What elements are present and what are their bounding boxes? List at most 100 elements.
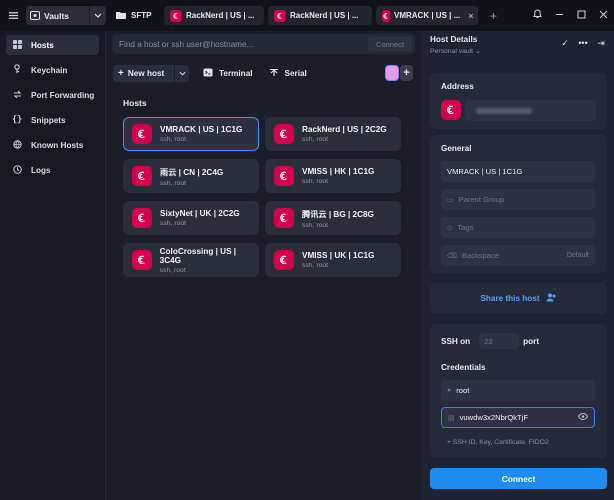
sidebar-item-known-hosts[interactable]: Known Hosts (6, 135, 99, 155)
debian-icon (382, 9, 390, 22)
maximize-icon[interactable] (570, 10, 592, 22)
debian-icon (441, 100, 461, 120)
address-section: Address (430, 73, 607, 129)
tags-field[interactable]: ◇ Tags (441, 217, 595, 238)
backspace-select[interactable]: ⌫ Backspace Default (441, 245, 595, 266)
address-field[interactable] (466, 100, 596, 121)
eye-icon[interactable] (577, 412, 589, 422)
user-icon: ● (447, 387, 452, 394)
panel-actions: ✓ ••• ⇥ (556, 38, 610, 49)
share-section: Share this host (430, 283, 607, 314)
host-title: ColoCrossing | US | 3C4G (159, 246, 237, 265)
new-tab-button[interactable]: + (490, 9, 497, 23)
tab-racknerd-2[interactable]: RackNerd | US | ... (268, 6, 372, 25)
hosts-section-title: Hosts (123, 98, 147, 108)
debian-icon (274, 166, 294, 186)
chevron-down-icon[interactable] (89, 6, 106, 25)
tab-racknerd-1[interactable]: RackNerd | US | ... (164, 6, 264, 25)
vault-selector[interactable]: Personal vault ⌄ (430, 47, 481, 55)
label-field[interactable]: VMRACK | US | 1C1G (441, 161, 595, 182)
ssh-section: SSH on 22 port Credentials ● root ▤ vuwd… (430, 324, 607, 458)
host-title: RackNerd | US | 2C2G (302, 125, 387, 134)
check-icon[interactable]: ✓ (556, 38, 574, 49)
tab-vmrack[interactable]: VMRACK | US | ... × (376, 6, 478, 25)
users-icon (546, 293, 557, 304)
sidebar-item-hosts[interactable]: Hosts (6, 35, 99, 55)
host-title: 腾讯云 | BG | 2C8G (302, 209, 374, 219)
host-title: 雨云 | CN | 2C4G (160, 167, 224, 177)
snippets-icon: {} (12, 115, 23, 125)
view-controls: + (385, 65, 413, 81)
plus-icon: + (118, 68, 124, 79)
add-credential-link[interactable]: + SSH ID, Key, Certificate, FIDO2 (447, 439, 549, 446)
host-card[interactable]: ColoCrossing | US | 3C4G ssh, root (123, 243, 259, 277)
host-card[interactable]: 雨云 | CN | 2C4G ssh, root (123, 159, 259, 193)
host-card[interactable]: VMISS | UK | 1C1G ssh, root (265, 243, 401, 277)
menu-icon[interactable] (0, 0, 26, 31)
share-host-button[interactable]: Share this host (430, 283, 607, 313)
window-close-icon[interactable] (592, 10, 614, 22)
sidebar-item-label: Logs (31, 165, 51, 175)
serial-icon (269, 68, 279, 79)
folder-icon: ▭ (447, 196, 454, 204)
credentials-label: Credentials (441, 363, 486, 372)
key-icon (12, 64, 22, 76)
host-card[interactable]: VMRACK | US | 1C1G ssh, root (123, 117, 259, 151)
host-details-panel: Host Details Personal vault ⌄ ✓ ••• ⇥ Ad… (421, 31, 614, 500)
host-card[interactable]: VMISS | HK | 1C1G ssh, root (265, 159, 401, 193)
add-button[interactable]: + (400, 65, 413, 81)
host-title: SixtyNet | UK | 2C2G (160, 209, 240, 218)
connect-button[interactable]: Connect (430, 468, 607, 489)
title-bar: Vaults SFTP RackNerd | US | ... RackNerd… (0, 0, 614, 31)
terminal-button[interactable]: Terminal (203, 68, 253, 79)
tags-placeholder: Tags (457, 223, 474, 232)
host-subtitle: ssh, root (160, 220, 187, 227)
password-field[interactable]: ▤ vuwdw3x2NbrQkTjF (441, 407, 595, 428)
new-host-button[interactable]: + New host (113, 65, 189, 82)
host-subtitle: ssh, root (160, 179, 187, 187)
vault-selector-label: Personal vault (430, 48, 474, 55)
port-input[interactable]: 22 (479, 333, 520, 349)
parent-group-field[interactable]: ▭ Parent Group (441, 189, 595, 210)
panel-header: Host Details Personal vault ⌄ ✓ ••• ⇥ (421, 31, 614, 61)
sidebar-item-keychain[interactable]: Keychain (6, 60, 99, 80)
sidebar-item-label: Snippets (31, 115, 66, 125)
backspace-label: Backspace (461, 251, 500, 260)
avatar[interactable] (385, 65, 399, 81)
vaults-label: Vaults (44, 10, 70, 21)
sidebar-item-port-forwarding[interactable]: Port Forwarding (6, 85, 99, 105)
debian-icon (132, 166, 152, 186)
debian-icon (170, 9, 182, 22)
chevron-down-icon[interactable] (174, 65, 189, 82)
tag-icon: ◇ (447, 224, 453, 232)
general-section: General VMRACK | US | 1C1G ▭ Parent Grou… (430, 135, 607, 273)
sidebar-item-snippets[interactable]: {} Snippets (6, 110, 99, 130)
debian-icon (274, 250, 294, 270)
search-input[interactable] (112, 39, 368, 49)
host-subtitle: ssh, root (302, 178, 329, 185)
panel-title: Host Details (430, 35, 478, 44)
port-label: port (523, 336, 540, 346)
sidebar-item-logs[interactable]: Logs (6, 160, 99, 180)
vaults-button[interactable]: Vaults (26, 6, 106, 25)
sidebar-item-label: Port Forwarding (31, 90, 95, 100)
host-subtitle: ssh, root (160, 136, 187, 143)
close-icon[interactable]: × (468, 11, 473, 21)
share-host-label: Share this host (480, 293, 540, 303)
search-bar: Connect (112, 34, 415, 54)
host-card[interactable]: SixtyNet | UK | 2C2G ssh, root (123, 201, 259, 235)
debian-icon (274, 9, 286, 22)
minimize-icon[interactable] (548, 10, 570, 22)
bell-icon[interactable] (526, 9, 548, 22)
username-field[interactable]: ● root (441, 380, 595, 401)
logs-icon (12, 164, 22, 176)
serial-button[interactable]: Serial (269, 68, 307, 79)
hosts-icon (12, 39, 22, 51)
host-card[interactable]: 腾讯云 | BG | 2C8G ssh, root (265, 201, 401, 235)
host-card[interactable]: RackNerd | US | 2C2G ssh, root (265, 117, 401, 151)
search-connect-button[interactable]: Connect (368, 37, 412, 51)
tab-sftp[interactable]: SFTP (110, 6, 160, 25)
more-icon[interactable]: ••• (574, 38, 592, 49)
collapse-panel-icon[interactable]: ⇥ (592, 38, 610, 49)
debian-icon (132, 124, 152, 144)
